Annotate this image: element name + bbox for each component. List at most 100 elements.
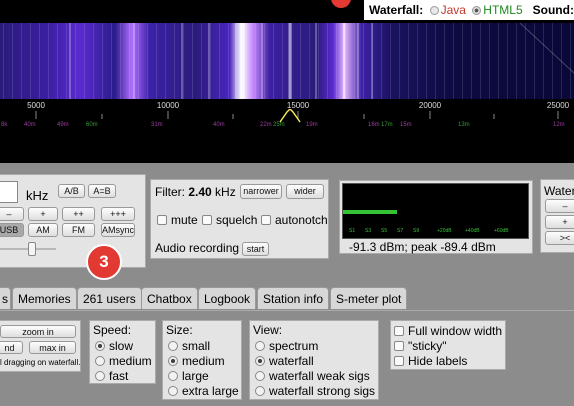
station-label[interactable]: 15m: [400, 122, 412, 128]
full-window-width-label: Full window width: [408, 324, 503, 338]
view-weak-radio[interactable]: [255, 371, 265, 381]
station-label[interactable]: 31m: [151, 122, 163, 128]
step-up-button[interactable]: +: [28, 207, 58, 221]
view-option-strong[interactable]: waterfall strong sigs: [255, 384, 375, 398]
tab-partial[interactable]: s: [0, 287, 11, 309]
waterfall-minus-button[interactable]: –: [545, 199, 574, 213]
html5-radio[interactable]: [472, 6, 482, 15]
mode-fm-button[interactable]: FM: [62, 223, 95, 237]
size-large-radio[interactable]: [168, 371, 178, 381]
tab-memories[interactable]: Memories: [12, 287, 77, 309]
mute-label: mute: [171, 213, 198, 227]
station-label[interactable]: 25m: [273, 122, 285, 128]
tab-smeter-plot[interactable]: S-meter plot: [330, 287, 408, 309]
station-label[interactable]: 60m: [86, 122, 98, 128]
mute-checkbox[interactable]: mute: [157, 213, 198, 227]
narrower-button[interactable]: narrower: [240, 184, 282, 199]
tab-chatbox[interactable]: Chatbox: [141, 287, 198, 309]
station-label[interactable]: 13m: [458, 122, 470, 128]
size-option-large[interactable]: large: [168, 369, 209, 383]
speed-option-medium[interactable]: medium: [95, 354, 152, 368]
size-small-label: small: [182, 339, 211, 353]
speed-option-slow[interactable]: slow: [95, 339, 133, 353]
java-option-label[interactable]: Java: [441, 3, 466, 17]
tab-logbook[interactable]: Logbook: [198, 287, 257, 309]
mode-usb-button[interactable]: USB: [0, 223, 24, 237]
size-medium-radio[interactable]: [168, 356, 178, 366]
vfo-a-equals-b-button[interactable]: A=B: [88, 184, 116, 198]
tab-station-info[interactable]: Station info: [257, 287, 330, 309]
squelch-checkbox[interactable]: squelch: [202, 213, 257, 227]
vfo-ab-button[interactable]: A/B: [58, 184, 85, 198]
speed-option-fast[interactable]: fast: [95, 369, 128, 383]
mode-am-button[interactable]: AM: [28, 223, 58, 237]
sticky-box[interactable]: [394, 341, 404, 351]
size-small-radio[interactable]: [168, 341, 178, 351]
size-option-small[interactable]: small: [168, 339, 210, 353]
mute-checkbox-box[interactable]: [157, 215, 167, 225]
view-strong-label: waterfall strong sigs: [269, 384, 376, 398]
zoom-in-button[interactable]: zoom in: [0, 325, 76, 338]
size-medium-label: medium: [182, 354, 225, 368]
station-label[interactable]: 40m: [213, 122, 225, 128]
view-option-spectrum[interactable]: spectrum: [255, 339, 318, 353]
waterfall-center-button[interactable]: ><: [545, 231, 574, 245]
full-window-width-checkbox[interactable]: Full window width: [394, 324, 502, 338]
hide-labels-checkbox[interactable]: Hide labels: [394, 354, 467, 368]
step-up-max-button[interactable]: +++: [101, 207, 135, 221]
html5-option-label[interactable]: HTML5: [483, 3, 522, 17]
full-window-width-box[interactable]: [394, 326, 404, 336]
record-start-button[interactable]: start: [242, 242, 269, 256]
tab-users[interactable]: 261 users: [77, 287, 142, 309]
smeter-scale-label: +60dB: [494, 228, 509, 234]
java-radio[interactable]: [429, 6, 439, 15]
station-label[interactable]: 49m: [57, 122, 69, 128]
mode-amsync-button[interactable]: AMsync: [101, 223, 135, 237]
waterfall-options: Waterfall: Java HTML5 Sound:: [364, 0, 574, 20]
autonotch-checkbox-box[interactable]: [261, 215, 271, 225]
view-option-waterfall[interactable]: waterfall: [255, 354, 314, 368]
hide-labels-box[interactable]: [394, 356, 404, 366]
waterfall-signal-lines: [69, 23, 574, 99]
max-in-button[interactable]: max in: [29, 341, 76, 354]
station-label[interactable]: 19m: [306, 122, 318, 128]
smeter-scale-label: S5: [381, 228, 388, 234]
wider-button[interactable]: wider: [286, 184, 324, 199]
sticky-checkbox[interactable]: "sticky": [394, 339, 447, 353]
view-strong-radio[interactable]: [255, 386, 265, 396]
hide-labels-label: Hide labels: [408, 354, 468, 368]
filter-unit: kHz: [215, 185, 236, 199]
frequency-unit-label: kHz: [26, 188, 49, 203]
view-title: View:: [253, 323, 283, 337]
station-label[interactable]: 8k: [1, 122, 7, 128]
station-label[interactable]: 17m: [381, 122, 393, 128]
zoom-slider-thumb[interactable]: [28, 242, 36, 256]
passband-marker[interactable]: [279, 109, 301, 123]
frequency-input[interactable]: [0, 181, 18, 203]
view-waterfall-label: waterfall: [269, 354, 314, 368]
station-label[interactable]: 12m: [553, 122, 565, 128]
sound-label: Sound:: [532, 3, 574, 17]
step-up-more-button[interactable]: ++: [62, 207, 95, 221]
speed-fast-radio[interactable]: [95, 371, 105, 381]
size-option-medium[interactable]: medium: [168, 354, 225, 368]
view-option-weak[interactable]: waterfall weak sigs: [255, 369, 370, 383]
zoom-band-button[interactable]: nd: [0, 341, 23, 354]
view-waterfall-radio[interactable]: [255, 356, 265, 366]
size-option-extra-large[interactable]: extra large: [168, 384, 239, 398]
waterfall-plus-button[interactable]: +: [545, 215, 574, 229]
station-label[interactable]: 22m: [260, 122, 272, 128]
smeter-scale-label: S3: [365, 228, 372, 234]
autonotch-checkbox[interactable]: autonotch: [261, 213, 328, 227]
smeter-scale-label: +20dB: [437, 228, 452, 234]
view-spectrum-radio[interactable]: [255, 341, 265, 351]
station-label[interactable]: 16m: [368, 122, 380, 128]
speed-medium-radio[interactable]: [95, 356, 105, 366]
speed-slow-radio[interactable]: [95, 341, 105, 351]
station-label[interactable]: 40m: [24, 122, 36, 128]
squelch-label: squelch: [216, 213, 258, 227]
squelch-checkbox-box[interactable]: [202, 215, 212, 225]
step-down-button[interactable]: –: [0, 207, 24, 221]
size-extra-large-radio[interactable]: [168, 386, 178, 396]
size-extra-large-label: extra large: [182, 384, 239, 398]
